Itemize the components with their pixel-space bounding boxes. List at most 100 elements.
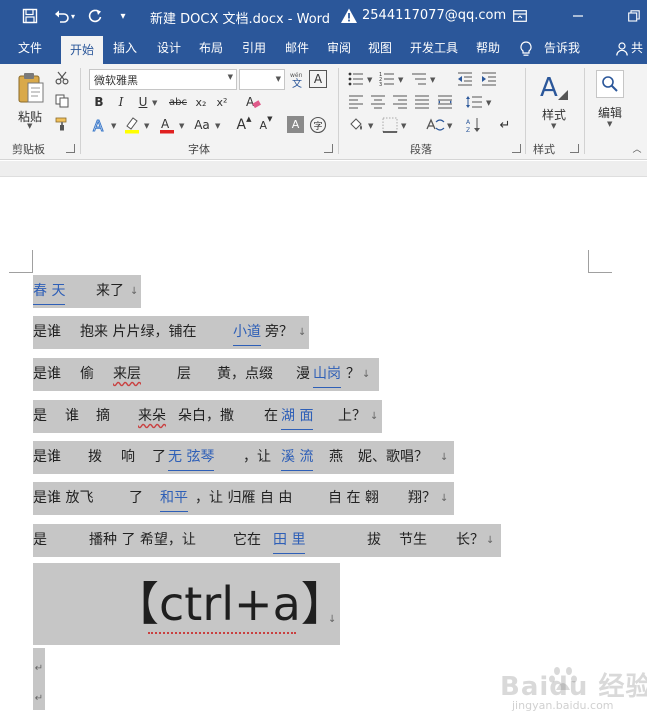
collapse-ribbon-icon[interactable]: ︿ — [631, 143, 643, 155]
ctrl-a-text[interactable]: 【ctrl+a】 — [113, 576, 347, 632]
chinese-layout-dropdown-icon[interactable]: ▼ — [447, 122, 452, 130]
editing-dropdown-icon[interactable]: ▼ — [607, 120, 612, 128]
text-line[interactable]: 春 天 来了 ↓ — [33, 275, 141, 308]
tab-file[interactable]: 文件 — [8, 33, 52, 64]
shrink-font-button[interactable]: A ▼ — [257, 115, 275, 134]
bullets-dropdown-icon[interactable]: ▼ — [367, 76, 372, 84]
hyperlink-text[interactable]: 山岗 — [313, 361, 341, 388]
tab-layout[interactable]: 布局 — [192, 33, 230, 64]
restore-icon[interactable] — [623, 6, 645, 26]
redo-icon[interactable] — [85, 6, 105, 26]
text-line[interactable]: 是谁 放飞 了 和平 ，让 归雁 自 由 自 在 翱 翔？ ↓ — [33, 482, 454, 515]
styles-launcher-icon[interactable] — [570, 144, 579, 153]
text-line[interactable]: 是谁 偷 来层 层 黄，点缀 漫山岗 ？ ↓ — [33, 358, 379, 391]
character-shading-icon[interactable]: A — [287, 116, 304, 133]
hyperlink-text[interactable]: 溪 流 — [281, 444, 314, 471]
character-border-icon[interactable]: A — [309, 70, 327, 88]
paragraph-launcher-icon[interactable] — [512, 144, 521, 153]
hyperlink-text[interactable]: 小道 — [233, 319, 261, 346]
text-effects-icon[interactable]: A — [90, 116, 110, 135]
find-icon[interactable] — [596, 70, 624, 98]
tab-design[interactable]: 设计 — [150, 33, 188, 64]
sort-icon[interactable]: AZ — [465, 116, 483, 134]
grow-font-button[interactable]: A ▲ — [235, 115, 253, 134]
strikethrough-button[interactable]: abc — [166, 93, 190, 111]
decrease-indent-icon[interactable] — [456, 70, 474, 88]
italic-button[interactable]: I — [112, 93, 130, 111]
highlight-icon[interactable] — [122, 116, 142, 134]
hyperlink-text[interactable]: 湖 面 — [281, 403, 314, 430]
multilevel-list-icon[interactable] — [410, 70, 428, 88]
text-line[interactable]: 是谁 拨 响 了无 弦琴 ，让溪 流燕妮、歌唱？ ↓ — [33, 441, 454, 474]
borders-icon[interactable] — [381, 116, 399, 134]
increase-indent-icon[interactable] — [480, 70, 498, 88]
save-icon[interactable] — [20, 6, 40, 26]
hyperlink-text[interactable]: 春 天 — [33, 278, 66, 305]
tab-home[interactable]: 开始 — [61, 36, 103, 64]
numbering-dropdown-icon[interactable]: ▼ — [398, 76, 403, 84]
align-center-icon[interactable] — [369, 93, 387, 111]
multilevel-list-dropdown-icon[interactable]: ▼ — [430, 76, 435, 84]
tab-tell-me[interactable]: 告诉我 — [540, 33, 584, 64]
tab-mailings[interactable]: 邮件 — [278, 33, 316, 64]
align-left-icon[interactable] — [347, 93, 365, 111]
bullets-icon[interactable] — [347, 70, 365, 88]
clipboard-launcher-icon[interactable] — [66, 144, 75, 153]
font-size-dropdown-icon[interactable]: ▼ — [276, 75, 281, 83]
tab-developer[interactable]: 开发工具 — [404, 33, 464, 64]
font-launcher-icon[interactable] — [324, 144, 333, 153]
hyperlink-text[interactable]: 和平 — [160, 485, 188, 512]
change-case-dropdown-icon[interactable]: ▼ — [215, 122, 220, 130]
phonetic-guide-icon[interactable]: wén 文 — [289, 70, 307, 88]
line-spacing-icon[interactable] — [465, 93, 483, 111]
tab-view[interactable]: 视图 — [361, 33, 399, 64]
hyperlink-text[interactable]: 田 里 — [273, 527, 306, 554]
tab-references[interactable]: 引用 — [235, 33, 273, 64]
text-line[interactable]: 是 谁 摘 来朵 朵白，撒 在湖 面 上？ ↓ — [33, 400, 382, 433]
align-right-icon[interactable] — [391, 93, 409, 111]
subscript-button[interactable]: x₂ — [192, 93, 210, 111]
tab-insert[interactable]: 插入 — [106, 33, 144, 64]
font-color-icon[interactable]: A — [157, 116, 177, 134]
ribbon-display-options-icon[interactable] — [509, 6, 531, 26]
chinese-layout-icon[interactable] — [424, 116, 446, 134]
minimize-icon[interactable] — [567, 6, 589, 26]
shading-icon[interactable] — [347, 116, 367, 134]
line-spacing-dropdown-icon[interactable]: ▼ — [486, 99, 491, 107]
copy-icon[interactable] — [54, 93, 70, 109]
account-name[interactable]: 2544117077@qq.com — [362, 8, 506, 23]
font-size-combobox[interactable]: ▼ — [239, 69, 285, 90]
tab-review[interactable]: 审阅 — [320, 33, 358, 64]
paste-dropdown-icon[interactable]: ▼ — [27, 122, 32, 130]
paste-button[interactable] — [14, 70, 48, 106]
text-effects-dropdown-icon[interactable]: ▼ — [111, 122, 116, 130]
customize-toolbar-icon[interactable]: ▾ — [113, 6, 133, 26]
highlight-dropdown-icon[interactable]: ▼ — [144, 122, 149, 130]
text-line[interactable]: 是谁 抱来 片片绿，铺在 小道 旁？ ↓ — [33, 316, 309, 349]
distributed-icon[interactable] — [436, 93, 454, 111]
borders-dropdown-icon[interactable]: ▼ — [401, 122, 406, 130]
font-color-dropdown-icon[interactable]: ▼ — [179, 122, 184, 130]
underline-dropdown-icon[interactable]: ▼ — [152, 99, 157, 107]
bold-button[interactable]: B — [90, 93, 108, 111]
shading-dropdown-icon[interactable]: ▼ — [368, 122, 373, 130]
styles-dropdown-icon[interactable]: ▼ — [551, 122, 556, 130]
text-line[interactable]: 是 播种 了 希望，让 它在田 里 拔 节生 长？ ↓ — [33, 524, 501, 557]
share-button[interactable]: 共 — [612, 33, 647, 64]
superscript-button[interactable]: x² — [213, 93, 231, 111]
tab-help[interactable]: 帮助 — [469, 33, 507, 64]
font-name-combobox[interactable]: 微软雅黑 ▼ — [89, 69, 237, 90]
paragraph-marks-icon[interactable]: ↵ — [497, 116, 513, 134]
enclose-characters-icon[interactable]: 字 — [309, 116, 327, 134]
styles-label[interactable]: 样式 — [542, 106, 566, 123]
font-name-dropdown-icon[interactable]: ▼ — [228, 73, 233, 81]
format-painter-icon[interactable] — [54, 116, 70, 132]
clear-formatting-icon[interactable]: A — [244, 93, 262, 111]
justify-icon[interactable] — [413, 93, 431, 111]
underline-button[interactable]: U — [134, 93, 152, 111]
undo-dropdown-icon[interactable]: ▾ — [68, 6, 78, 26]
hyperlink-text[interactable]: 无 弦琴 — [168, 444, 215, 471]
numbering-icon[interactable]: 123 — [378, 70, 396, 88]
styles-gallery-icon[interactable]: A — [536, 71, 570, 105]
cut-icon[interactable] — [54, 70, 70, 86]
